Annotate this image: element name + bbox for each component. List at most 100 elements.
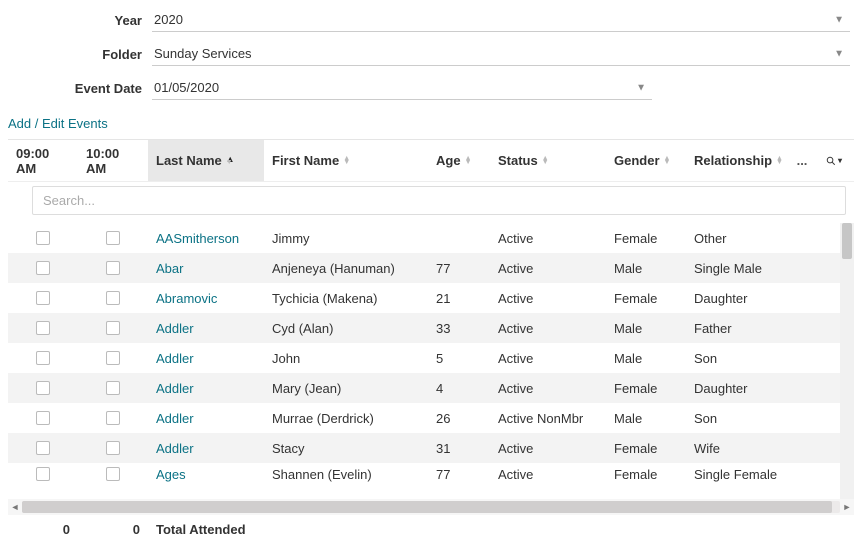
event-date-row: Event Date 01/05/2020 ▼ bbox=[12, 76, 850, 100]
sort-icon: ▲▼ bbox=[776, 157, 783, 165]
age-cell: 77 bbox=[428, 467, 490, 482]
search-icon bbox=[826, 154, 836, 168]
status-cell: Active bbox=[490, 291, 606, 306]
year-select[interactable]: 2020 ▼ bbox=[152, 8, 850, 32]
table-row: Addler Cyd (Alan) 33 Active Male Father bbox=[8, 313, 854, 343]
age-cell: 31 bbox=[428, 441, 490, 456]
checkbox-0900[interactable] bbox=[36, 291, 50, 305]
age-cell: 21 bbox=[428, 291, 490, 306]
col-age[interactable]: Age ▲▼ bbox=[428, 153, 490, 168]
checkbox-0900[interactable] bbox=[36, 321, 50, 335]
relationship-cell: Single Male bbox=[686, 261, 786, 276]
year-label: Year bbox=[12, 13, 152, 28]
checkbox-0900[interactable] bbox=[36, 261, 50, 275]
checkbox-0900[interactable] bbox=[36, 381, 50, 395]
horizontal-scrollbar[interactable]: ◄ ► bbox=[8, 499, 854, 515]
last-name-link[interactable]: Addler bbox=[148, 321, 264, 336]
col-gender[interactable]: Gender ▲▼ bbox=[606, 153, 686, 168]
relationship-cell: Son bbox=[686, 411, 786, 426]
scrollbar-thumb[interactable] bbox=[22, 501, 832, 513]
last-name-link[interactable]: Abar bbox=[148, 261, 264, 276]
checkbox-0900[interactable] bbox=[36, 231, 50, 245]
col-0900[interactable]: 09:00 AM bbox=[8, 146, 78, 176]
age-cell: 33 bbox=[428, 321, 490, 336]
event-date-select[interactable]: 01/05/2020 ▼ bbox=[152, 76, 652, 100]
col-relationship[interactable]: Relationship ▲▼ bbox=[686, 153, 786, 168]
more-columns-button[interactable]: ... bbox=[786, 153, 818, 168]
checkbox-1000[interactable] bbox=[106, 261, 120, 275]
sort-icon: ▲▼ bbox=[465, 157, 472, 165]
gender-cell: Male bbox=[606, 351, 686, 366]
checkbox-0900[interactable] bbox=[36, 351, 50, 365]
checkbox-1000[interactable] bbox=[106, 351, 120, 365]
add-edit-events-link[interactable]: Add / Edit Events bbox=[8, 116, 108, 131]
gender-cell: Male bbox=[606, 321, 686, 336]
links-area: Add / Edit Events bbox=[0, 114, 862, 139]
status-cell: Active bbox=[490, 321, 606, 336]
last-name-link[interactable]: Addler bbox=[148, 411, 264, 426]
status-cell: Active bbox=[490, 467, 606, 482]
last-name-link[interactable]: Addler bbox=[148, 441, 264, 456]
relationship-cell: Son bbox=[686, 351, 786, 366]
first-name-cell: Jimmy bbox=[264, 231, 428, 246]
checkbox-1000[interactable] bbox=[106, 321, 120, 335]
checkbox-0900[interactable] bbox=[36, 441, 50, 455]
last-name-link[interactable]: Abramovic bbox=[148, 291, 264, 306]
table-row: Addler Mary (Jean) 4 Active Female Daugh… bbox=[8, 373, 854, 403]
search-icon-button[interactable]: ▾ bbox=[818, 154, 850, 168]
col-first-name[interactable]: First Name ▲▼ bbox=[264, 153, 428, 168]
filter-form: Year 2020 ▼ Folder Sunday Services ▼ Eve… bbox=[0, 0, 862, 114]
search-input[interactable] bbox=[32, 186, 846, 215]
col-1000[interactable]: 10:00 AM bbox=[78, 146, 148, 176]
status-cell: Active NonMbr bbox=[490, 411, 606, 426]
grid-footer: 0 0 Total Attended bbox=[0, 515, 862, 543]
attendance-grid: 09:00 AM 10:00 AM Last Name ▲▼ First Nam… bbox=[8, 139, 854, 499]
grid-body: AASmitherson Jimmy Active Female Other A… bbox=[8, 223, 854, 499]
table-row: Addler John 5 Active Male Son bbox=[8, 343, 854, 373]
gender-cell: Male bbox=[606, 411, 686, 426]
last-name-link[interactable]: AASmitherson bbox=[148, 231, 264, 246]
chevron-down-icon: ▼ bbox=[834, 14, 844, 25]
checkbox-1000[interactable] bbox=[106, 291, 120, 305]
folder-row: Folder Sunday Services ▼ bbox=[12, 42, 850, 66]
folder-value: Sunday Services bbox=[154, 46, 252, 61]
gender-cell: Female bbox=[606, 231, 686, 246]
checkbox-1000[interactable] bbox=[106, 381, 120, 395]
checkbox-0900[interactable] bbox=[36, 411, 50, 425]
last-name-link[interactable]: Ages bbox=[148, 467, 264, 482]
scroll-track[interactable] bbox=[22, 501, 840, 513]
checkbox-1000[interactable] bbox=[106, 467, 120, 481]
status-cell: Active bbox=[490, 351, 606, 366]
status-cell: Active bbox=[490, 381, 606, 396]
table-row: Addler Murrae (Derdrick) 26 Active NonMb… bbox=[8, 403, 854, 433]
last-name-link[interactable]: Addler bbox=[148, 381, 264, 396]
vertical-scrollbar[interactable] bbox=[840, 223, 854, 499]
col-status[interactable]: Status ▲▼ bbox=[490, 153, 606, 168]
scrollbar-thumb[interactable] bbox=[842, 223, 852, 259]
col-last-name[interactable]: Last Name ▲▼ bbox=[148, 140, 264, 181]
relationship-cell: Daughter bbox=[686, 381, 786, 396]
checkbox-0900[interactable] bbox=[36, 467, 50, 481]
checkbox-1000[interactable] bbox=[106, 411, 120, 425]
table-row: Abar Anjeneya (Hanuman) 77 Active Male S… bbox=[8, 253, 854, 283]
first-name-cell: Shannen (Evelin) bbox=[264, 467, 428, 482]
age-cell: 5 bbox=[428, 351, 490, 366]
year-value: 2020 bbox=[154, 12, 183, 27]
age-cell: 77 bbox=[428, 261, 490, 276]
chevron-down-icon: ▼ bbox=[834, 48, 844, 59]
folder-select[interactable]: Sunday Services ▼ bbox=[152, 42, 850, 66]
scroll-right-icon[interactable]: ► bbox=[840, 502, 854, 512]
grid-header: 09:00 AM 10:00 AM Last Name ▲▼ First Nam… bbox=[8, 140, 854, 182]
first-name-cell: Mary (Jean) bbox=[264, 381, 428, 396]
last-name-link[interactable]: Addler bbox=[148, 351, 264, 366]
table-row: AASmitherson Jimmy Active Female Other bbox=[8, 223, 854, 253]
search-row bbox=[8, 182, 854, 223]
scroll-left-icon[interactable]: ◄ bbox=[8, 502, 22, 512]
table-row: Ages Shannen (Evelin) 77 Active Female S… bbox=[8, 463, 854, 485]
checkbox-1000[interactable] bbox=[106, 441, 120, 455]
status-cell: Active bbox=[490, 231, 606, 246]
relationship-cell: Daughter bbox=[686, 291, 786, 306]
gender-cell: Female bbox=[606, 467, 686, 482]
checkbox-1000[interactable] bbox=[106, 231, 120, 245]
relationship-cell: Father bbox=[686, 321, 786, 336]
